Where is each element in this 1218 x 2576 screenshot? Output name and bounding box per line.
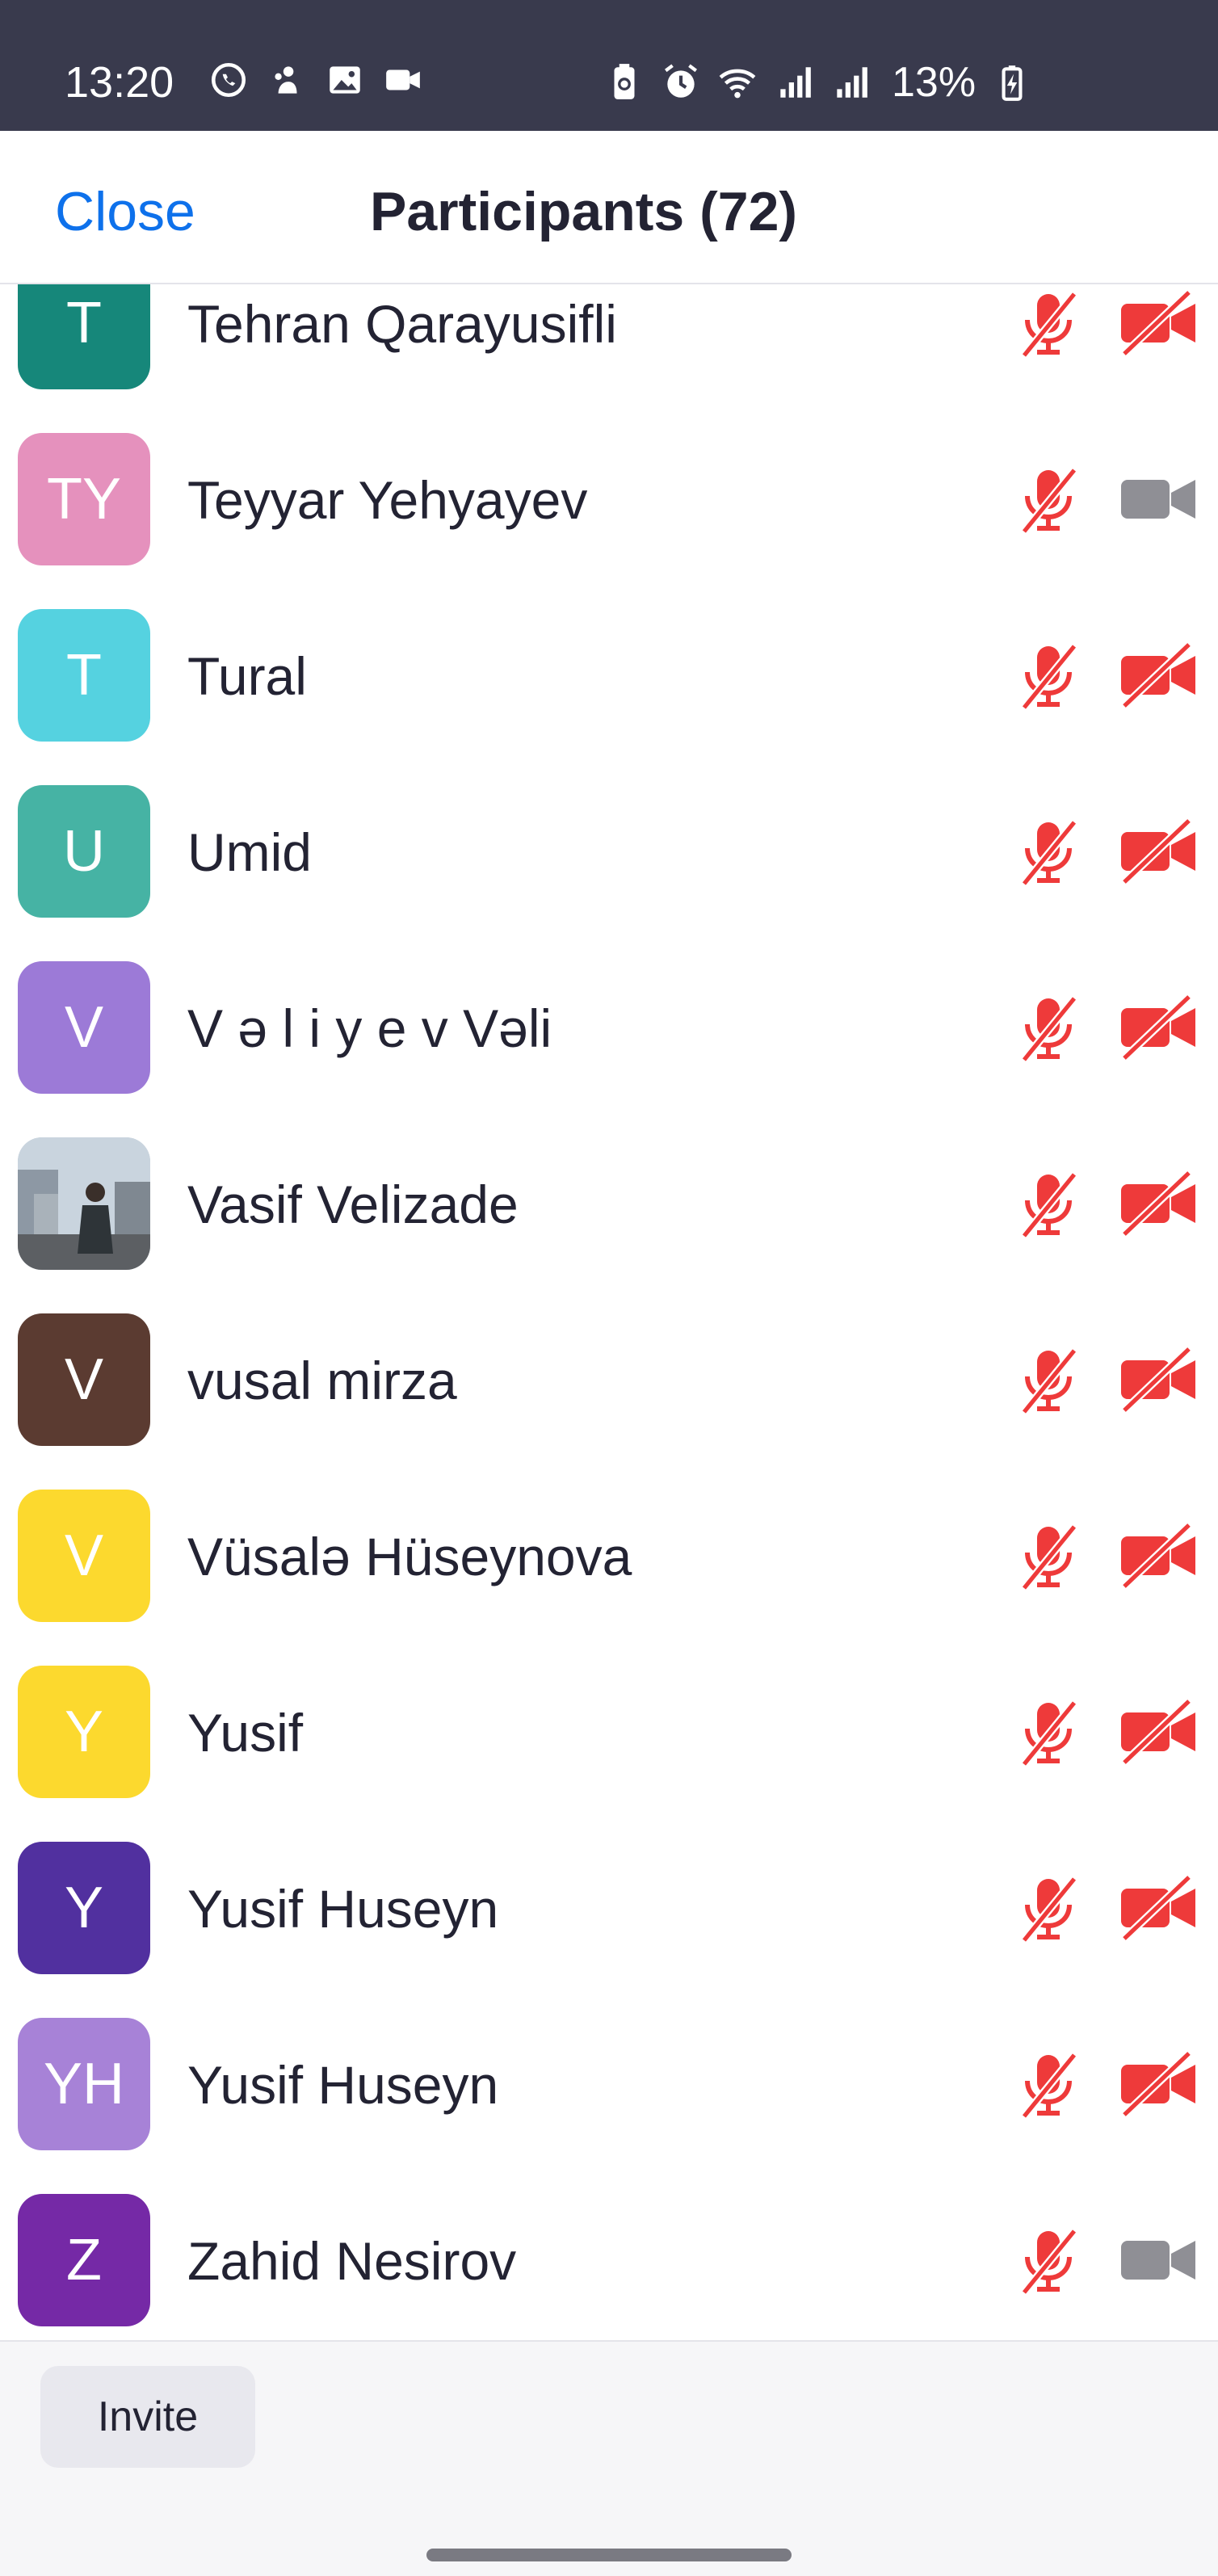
page-title: Participants (72) <box>370 181 798 242</box>
battery-percent: 13% <box>892 59 976 106</box>
muted-mic-icon <box>1010 1341 1087 1418</box>
avatar: T <box>18 609 150 742</box>
muted-mic-icon <box>1010 1869 1087 1947</box>
participant-name: Teyyar Yehyayev <box>187 470 588 530</box>
footer-bar: Invite <box>0 2340 1218 2576</box>
participant-name: V ə l i y e v Vəli <box>187 998 552 1058</box>
avatar: U <box>18 785 150 918</box>
muted-mic-icon <box>1010 1517 1087 1595</box>
participants-header: Close Participants (72) <box>0 131 1218 284</box>
video-on-icon <box>1118 465 1199 533</box>
video-off-icon <box>1118 1346 1199 1414</box>
participant-row[interactable]: T Tural <box>0 586 1218 763</box>
video-off-icon <box>1118 641 1199 709</box>
participant-name: Yusif <box>187 1703 304 1763</box>
participant-name: Umid <box>187 822 313 882</box>
avatar: T <box>18 284 150 389</box>
video-on-icon <box>1118 2226 1199 2294</box>
participant-list-content: T Tehran Qarayusifli TY Teyyar Yehyayev TT… <box>0 284 1218 2340</box>
video-off-icon <box>1118 994 1199 1061</box>
muted-mic-icon <box>1010 2045 1087 2123</box>
status-left-icons <box>208 60 423 100</box>
participant-row[interactable]: U Umid <box>0 763 1218 939</box>
status-time: 13:20 <box>65 58 174 107</box>
status-right-icons: 13% <box>604 58 1032 107</box>
participant-name: Vasif Velizade <box>187 1175 519 1234</box>
participant-row[interactable]: T Tehran Qarayusifli <box>0 284 1218 410</box>
participant-row[interactable]: Y Yusif Huseyn <box>0 1819 1218 1995</box>
muted-mic-icon <box>1010 989 1087 1066</box>
avatar: Z <box>18 2194 150 2326</box>
muted-mic-icon <box>1010 813 1087 890</box>
participant-row[interactable]: Vasif Velizade <box>0 1115 1218 1291</box>
invite-button[interactable]: Invite <box>40 2366 255 2468</box>
muted-mic-icon <box>1010 1693 1087 1771</box>
video-off-icon <box>1118 289 1199 357</box>
video-off-icon <box>1118 1698 1199 1766</box>
muted-mic-icon <box>1010 2221 1087 2299</box>
participant-row[interactable]: Vvusal mirza <box>0 1291 1218 1467</box>
status-bar: 13:20 13% <box>0 0 1218 131</box>
muted-mic-icon <box>1010 284 1087 362</box>
alarm-icon <box>665 64 697 98</box>
avatar: V <box>18 1313 150 1446</box>
video-off-icon <box>1118 1874 1199 1942</box>
muted-mic-icon <box>1010 460 1087 538</box>
participant-row[interactable]: Z Zahid Nesirov <box>0 2171 1218 2340</box>
close-button[interactable]: Close <box>55 179 195 244</box>
avatar: YH <box>18 2018 150 2150</box>
participant-list[interactable]: T Tehran Qarayusifli TY Teyyar Yehyayev TT… <box>0 284 1218 2340</box>
notification-icon <box>275 66 297 94</box>
participant-row[interactable]: TY Teyyar Yehyayev <box>0 410 1218 586</box>
participant-name: Zahid Nesirov <box>187 2231 517 2291</box>
signal-icon <box>780 67 811 98</box>
avatar: Y <box>18 1666 150 1798</box>
wifi-icon <box>719 69 756 99</box>
gallery-icon <box>330 66 360 94</box>
muted-mic-icon <box>1010 637 1087 714</box>
video-off-icon <box>1118 1170 1199 1238</box>
battery-charging-icon <box>1002 65 1023 101</box>
participant-row[interactable]: Y Yusif <box>0 1643 1218 1819</box>
avatar: V <box>18 1490 150 1622</box>
muted-mic-icon <box>1010 1165 1087 1242</box>
avatar <box>18 1137 150 1270</box>
participant-name: Tural <box>187 646 307 706</box>
participant-name: Yusif Huseyn <box>187 1879 499 1939</box>
participant-name: Tehran Qarayusifli <box>187 294 617 354</box>
avatar: Y <box>18 1842 150 1974</box>
video-off-icon <box>1118 817 1199 885</box>
battery-saver-icon <box>614 64 635 99</box>
video-off-icon <box>1118 1522 1199 1590</box>
video-icon <box>386 69 420 90</box>
participant-name: vusal mirza <box>187 1351 457 1410</box>
home-indicator[interactable] <box>426 2549 792 2561</box>
participant-row[interactable]: YH Yusif Huseyn <box>0 1995 1218 2171</box>
avatar: TY <box>18 433 150 565</box>
participant-name: Vüsalə Hüseynova <box>187 1527 632 1586</box>
video-off-icon <box>1118 2050 1199 2118</box>
signal-icon <box>837 67 867 98</box>
participant-row[interactable]: V V ə l i y e v Vəli <box>0 939 1218 1115</box>
whatsapp-icon <box>211 62 246 98</box>
participant-name: Yusif Huseyn <box>187 2055 499 2115</box>
participant-row[interactable]: V Vüsalə Hüseynova <box>0 1467 1218 1643</box>
avatar: V <box>18 961 150 1094</box>
